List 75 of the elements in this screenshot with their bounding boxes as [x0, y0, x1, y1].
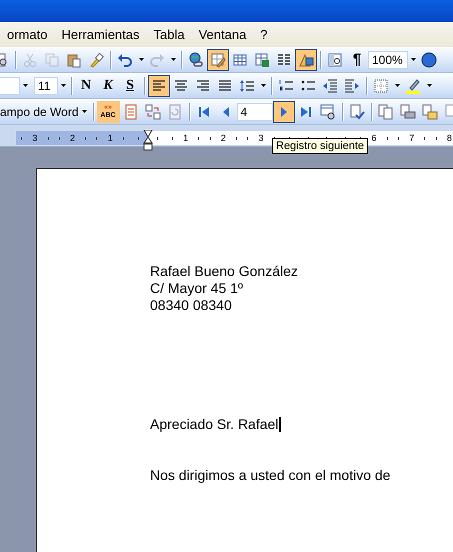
ruler-number: 7: [409, 132, 414, 145]
address-line: 08340 08340: [150, 297, 233, 314]
ruler-number: 3: [32, 132, 38, 145]
ruler-number: 8: [446, 132, 452, 145]
undo-icon: [117, 52, 133, 68]
align-left-icon: [151, 78, 167, 94]
ruler-number: 1: [183, 132, 188, 145]
caret-icon: [426, 84, 432, 87]
indent-icon: [344, 78, 360, 94]
ruler-number: 1: [108, 132, 113, 145]
caret-icon: [22, 84, 28, 87]
merge-printer-icon: [400, 104, 416, 120]
tooltip: Registro siguiente: [272, 138, 368, 154]
text-cursor: [279, 417, 282, 432]
shapes-icon: [298, 52, 314, 68]
ruler-number: 6: [372, 132, 377, 145]
caret-icon: [170, 58, 176, 61]
merge-document-icon: [378, 104, 394, 120]
document-icon: [122, 104, 138, 120]
insert-field-button[interactable]: ampo de Word: [0, 100, 90, 122]
body-text: Nos dirigimos a usted con el motivo de: [150, 467, 392, 484]
toolbar-button[interactable]: [148, 74, 170, 96]
indent-marker[interactable]: [143, 130, 153, 151]
toolbar-button[interactable]: [295, 48, 317, 70]
ruler-number: 2: [70, 132, 76, 145]
merge-email-icon: [422, 104, 438, 120]
record-field[interactable]: 4: [236, 102, 272, 120]
pencil-table-icon: [210, 52, 226, 68]
align-center-icon: [173, 78, 189, 94]
highlighter-icon: [405, 78, 421, 94]
caret-icon: [394, 84, 400, 87]
spreadsheet-icon: [254, 52, 270, 68]
toolbar-button[interactable]: [272, 100, 294, 122]
caret-icon: [260, 84, 266, 87]
outdent-icon: [322, 78, 338, 94]
columns-icon: [276, 52, 292, 68]
copy-icon: [44, 52, 60, 68]
align-right-icon: [195, 78, 211, 94]
caret-icon: [60, 84, 66, 87]
caret-icon: [82, 110, 86, 113]
format-button[interactable]: K: [97, 74, 119, 96]
check-document-icon: [348, 104, 364, 120]
refresh-icon: [166, 104, 182, 120]
document-map-icon: [327, 52, 343, 68]
format-button[interactable]: S: [119, 74, 141, 96]
address-line: C/ Mayor 45 1º: [150, 280, 244, 297]
justify-icon: [217, 78, 233, 94]
salutation-text: Apreciado Sr. Rafael: [150, 416, 278, 433]
font-size-field[interactable]: 11: [34, 76, 58, 94]
scissors-icon: [22, 52, 38, 68]
globe-link-icon: [188, 52, 204, 68]
address-line: Rafael Bueno González: [150, 263, 299, 280]
brush-icon: [88, 52, 104, 68]
border-icon: [373, 78, 389, 94]
caret-icon: [138, 58, 144, 61]
format-button[interactable]: N: [75, 74, 97, 96]
zoom-field[interactable]: 100%: [368, 50, 408, 68]
paste-icon: [66, 52, 82, 68]
find-record-icon: [320, 104, 336, 120]
line-spacing-icon: [239, 78, 255, 94]
ruler-number: 2: [220, 132, 226, 145]
help-icon: [421, 52, 437, 68]
numbered-list-icon: [278, 78, 294, 94]
bullet-list-icon: [300, 78, 316, 94]
toolbar-button[interactable]: [207, 48, 229, 70]
menu-item[interactable]: Tabla: [146, 27, 192, 42]
menu-item[interactable]: ormato: [0, 27, 54, 42]
format-button[interactable]: ¶: [346, 48, 368, 70]
menu-item[interactable]: Herramientas: [54, 27, 146, 42]
ruler-number: 3: [258, 132, 264, 145]
menu-item[interactable]: Ventana: [192, 27, 254, 42]
caret-icon: [410, 58, 416, 61]
grid-icon: [232, 52, 248, 68]
redo-icon: [149, 52, 165, 68]
menu-item[interactable]: ?: [253, 27, 275, 42]
